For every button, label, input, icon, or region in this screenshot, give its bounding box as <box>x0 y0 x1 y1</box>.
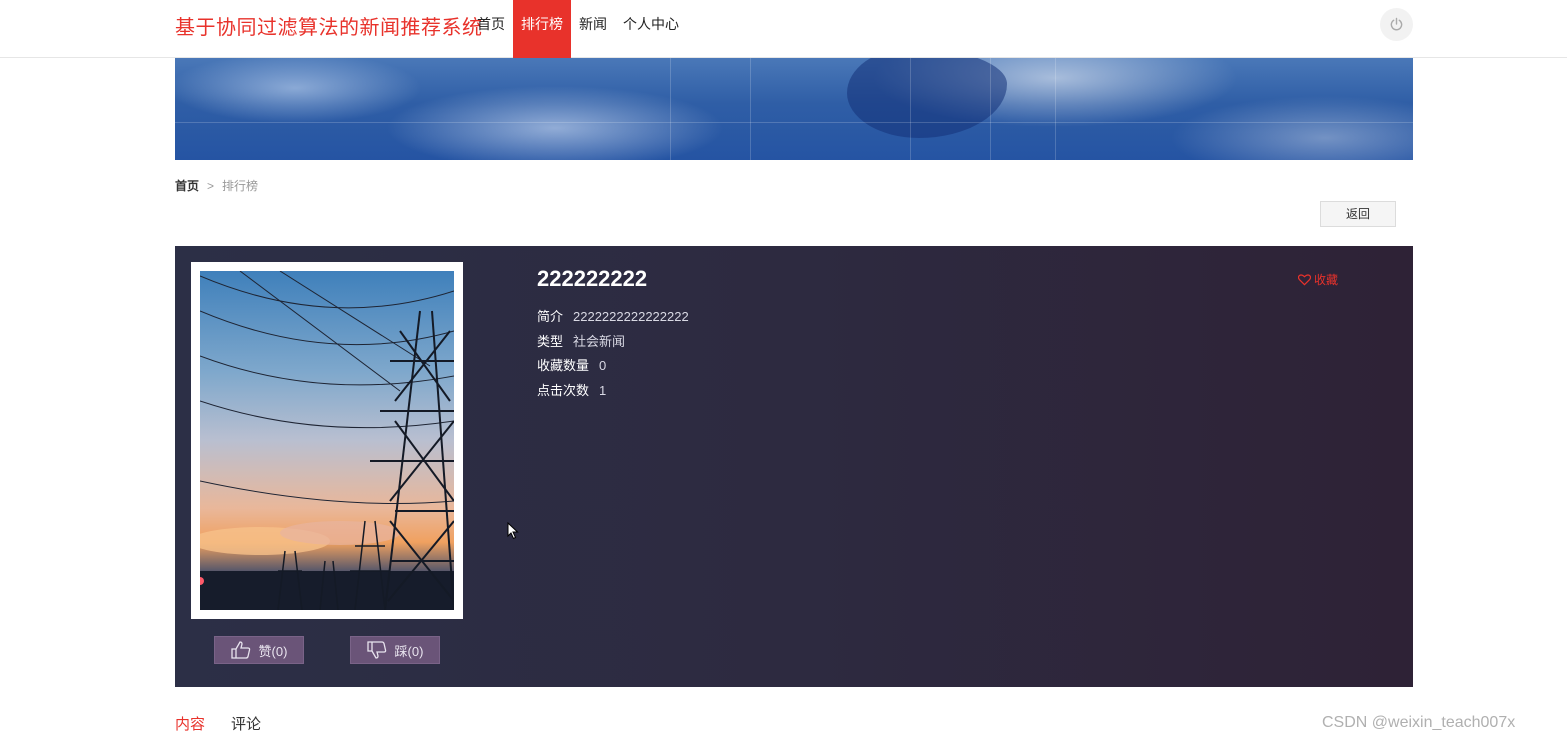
favorite-button[interactable]: 收藏 <box>1298 271 1338 288</box>
content-tabs: 内容 评论 <box>175 713 261 740</box>
meta-value: 1 <box>599 383 607 398</box>
nav-item-ranking[interactable]: 排行榜 <box>513 0 571 58</box>
tab-comments[interactable]: 评论 <box>231 713 261 740</box>
banner-grid-line <box>670 58 671 160</box>
meta-key: 类型 <box>537 334 564 349</box>
breadcrumb-separator: > <box>207 179 215 193</box>
meta-key: 收藏数量 <box>537 358 590 373</box>
thumbs-down-icon <box>366 641 386 659</box>
meta-row-clicks: 点击次数 1 <box>537 380 606 399</box>
like-count-label: 赞(0) <box>258 643 288 659</box>
meta-key: 简介 <box>537 309 564 324</box>
logout-button[interactable] <box>1380 8 1413 41</box>
banner-grid-line <box>1055 58 1056 160</box>
dislike-count-label: 踩(0) <box>394 643 424 659</box>
meta-row-favorites: 收藏数量 0 <box>537 355 606 374</box>
news-title: 222222222 <box>537 266 648 291</box>
power-tower-illustration <box>200 271 454 610</box>
banner-image <box>175 58 1413 160</box>
watermark: CSDN @weixin_teach007x <box>1322 714 1516 731</box>
heart-icon <box>1298 273 1311 285</box>
breadcrumb: 首页 > 排行榜 <box>175 177 258 194</box>
meta-value: 社会新闻 <box>573 334 626 349</box>
meta-value: 0 <box>599 358 607 373</box>
meta-key: 点击次数 <box>537 383 590 398</box>
banner-grid-line <box>910 58 911 160</box>
meta-value: 2222222222222222 <box>573 309 689 324</box>
favorite-label: 收藏 <box>1314 273 1339 287</box>
news-image-frame <box>191 262 463 619</box>
back-button[interactable]: 返回 <box>1320 201 1396 227</box>
meta-row-category: 类型 社会新闻 <box>537 331 625 350</box>
top-header: 基于协同过滤算法的新闻推荐系统 首页 排行榜 新闻 个人中心 <box>0 0 1567 58</box>
like-button[interactable]: 赞(0) <box>214 636 304 664</box>
banner-grid-line <box>750 58 751 160</box>
banner-grid-line <box>175 122 1413 123</box>
meta-row-summary: 简介 2222222222222222 <box>537 306 689 325</box>
site-title: 基于协同过滤算法的新闻推荐系统 <box>175 17 483 39</box>
banner-continent-shape <box>847 58 1007 138</box>
nav-item-home[interactable]: 首页 <box>472 0 513 58</box>
thumbs-up-icon <box>230 641 250 659</box>
dislike-button[interactable]: 踩(0) <box>350 636 440 664</box>
power-icon <box>1390 17 1403 31</box>
news-detail-panel: 赞(0) 踩(0) 222222222 简介 2222222222222222 类… <box>175 246 1413 687</box>
news-image <box>200 271 454 610</box>
banner-grid-line <box>990 58 991 160</box>
main-nav: 首页 排行榜 新闻 个人中心 <box>472 0 687 58</box>
nav-item-profile[interactable]: 个人中心 <box>615 0 687 58</box>
tab-content[interactable]: 内容 <box>175 713 205 740</box>
mouse-cursor-icon <box>507 522 519 540</box>
breadcrumb-home[interactable]: 首页 <box>175 179 199 193</box>
breadcrumb-current: 排行榜 <box>222 179 259 193</box>
nav-item-news[interactable]: 新闻 <box>571 0 615 58</box>
